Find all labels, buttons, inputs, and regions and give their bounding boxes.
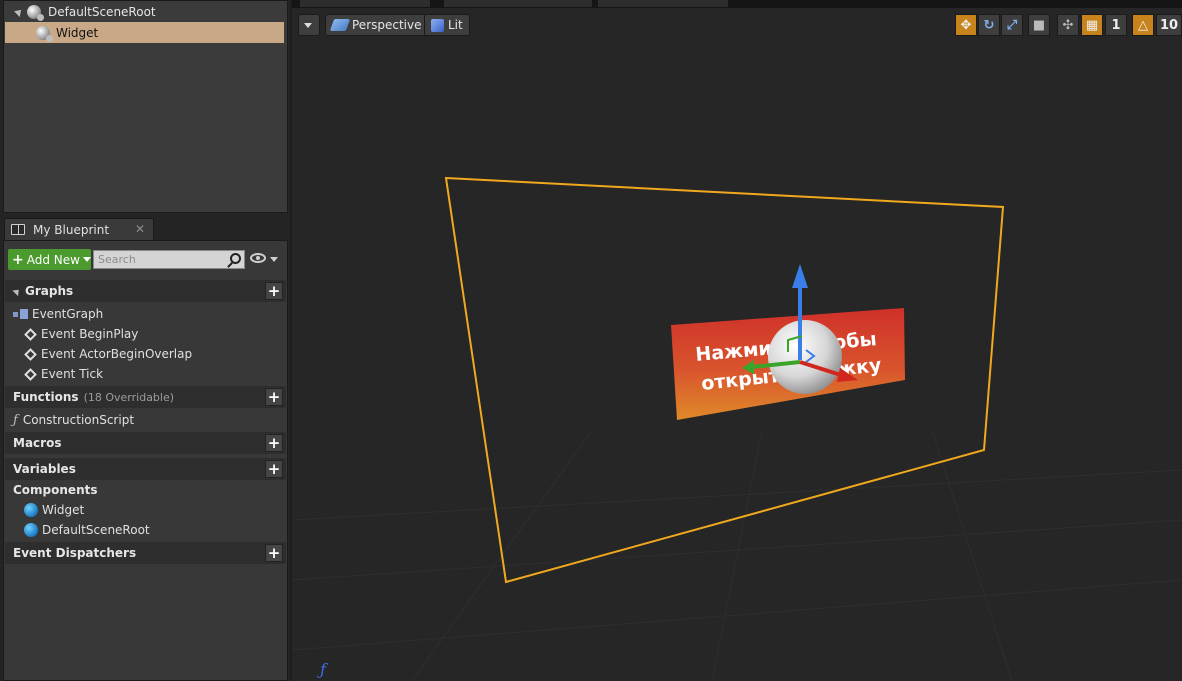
grid-icon: ▦ [1085,17,1099,33]
list-item-event-actorbeginoverlap[interactable]: Event ActorBeginOverlap [24,344,193,364]
item-label: Widget [42,503,85,517]
list-item-constructionscript[interactable]: ƒ ConstructionScript [13,410,134,430]
search-placeholder: Search [98,253,136,266]
viewport-options-button[interactable] [298,14,320,36]
section-label: Graphs [25,284,74,298]
perspective-icon [329,19,351,31]
tab-event-graph[interactable] [598,0,728,7]
surface-snap-button[interactable]: ✣ [1057,14,1079,36]
add-event-dispatcher-button[interactable]: + [265,544,283,562]
viewport[interactable]: Нажмите, чтобы открыть книжку ƒ Perspect… [292,0,1182,681]
scale-mode-button[interactable]: ⤢ [1001,14,1023,36]
rotate-icon: ↻ [983,17,995,33]
tab-viewport[interactable] [300,0,430,7]
list-item-defaultsceneroot[interactable]: DefaultSceneRoot [24,520,150,540]
world-local-button[interactable]: ■ [1028,14,1050,36]
snap-icon: ✣ [1062,17,1074,33]
axis-indicator-icon: ƒ [317,660,329,679]
chevron-down-icon[interactable] [270,257,278,262]
section-label: Variables [13,462,76,476]
book-icon [11,224,25,235]
my-blueprint-panel: + Add New Search Graphs + EventGraph Eve… [3,240,288,681]
scene-root-icon [27,4,44,21]
list-item-widget[interactable]: Widget [24,500,84,520]
viewport-scene: Нажмите, чтобы открыть книжку ƒ [292,176,1182,681]
scale-icon: ⤢ [1006,17,1018,33]
section-event-dispatchers[interactable]: Event Dispatchers + [5,542,286,564]
section-label: Event Dispatchers [13,546,137,560]
move-icon: ✥ [960,17,972,33]
item-label: EventGraph [32,307,104,321]
grid-size-button[interactable]: 1 [1105,14,1127,36]
tab-construction-script[interactable] [444,0,592,7]
grid-snap-button[interactable]: ▦ [1081,14,1103,36]
document-tabs-strip [292,0,1182,8]
z-axis-arrow-head[interactable] [792,264,808,288]
grid-size-value: 1 [1111,17,1121,33]
rotate-mode-button[interactable]: ↻ [978,14,1000,36]
list-item-event-beginplay[interactable]: Event BeginPlay [24,324,139,344]
chevron-down-icon [82,257,91,262]
lit-cube-icon [431,18,444,32]
perspective-label: Perspective [352,18,422,32]
search-input[interactable]: Search [93,250,245,269]
tree-row-label: Widget [56,25,99,40]
search-icon[interactable] [230,253,241,264]
scene-root-sphere[interactable] [768,320,842,394]
event-icon [24,367,37,381]
collapse-triangle-icon[interactable] [12,286,22,296]
section-variables[interactable]: Variables + [5,458,286,480]
lit-button[interactable]: Lit [424,14,470,36]
overridable-count: (18 Overridable) [83,390,175,404]
function-icon: ƒ [13,412,18,428]
event-icon [24,347,37,361]
rotation-snap-value[interactable]: 10 [1156,14,1182,36]
chevron-down-icon [304,22,312,28]
lit-label: Lit [448,18,463,32]
tab-label: My Blueprint [33,222,110,237]
add-variable-button[interactable]: + [265,460,283,478]
section-macros[interactable]: Macros + [5,432,286,454]
section-functions[interactable]: Functions (18 Overridable) + [5,386,286,408]
tree-row-label: DefaultSceneRoot [48,4,156,19]
translate-mode-button[interactable]: ✥ [955,14,977,36]
tree-row-default-scene-root[interactable]: DefaultSceneRoot [5,1,284,22]
components-tree-panel: DefaultSceneRoot Widget [3,0,288,213]
plus-icon: + [12,251,24,268]
graph-icon [13,309,28,319]
rotation-snap-button[interactable]: △ [1132,14,1154,36]
item-label: Event Tick [41,367,104,381]
item-label: ConstructionScript [22,413,135,427]
item-label: Event ActorBeginOverlap [41,347,193,361]
floor-grid [292,429,1182,681]
scene-component-icon [24,523,38,537]
item-label: DefaultSceneRoot [42,523,150,537]
perspective-button[interactable]: Perspective [325,14,429,36]
event-icon [24,327,37,341]
add-new-button[interactable]: + Add New [8,249,91,270]
angle-icon: △ [1138,17,1148,33]
snap-value: 10 [1160,17,1179,33]
add-new-label: Add New [26,252,80,267]
section-label: Macros [13,436,62,450]
expand-triangle-icon[interactable] [14,6,24,17]
cube-icon: ■ [1032,17,1046,33]
section-components[interactable]: Components [5,481,286,499]
eye-icon[interactable] [250,253,266,263]
tree-row-widget[interactable]: Widget [5,22,284,43]
section-graphs[interactable]: Graphs + [5,280,286,302]
close-icon[interactable]: ✕ [135,222,145,236]
item-label: Event BeginPlay [41,327,139,341]
list-item-event-tick[interactable]: Event Tick [24,364,104,384]
widget-component-icon [36,25,53,42]
add-macro-button[interactable]: + [265,434,283,452]
list-item-eventgraph[interactable]: EventGraph [13,304,103,324]
left-panel: DefaultSceneRoot Widget My Blueprint ✕ +… [0,0,290,681]
add-graph-button[interactable]: + [265,282,283,300]
widget-component-icon [24,503,38,517]
tab-my-blueprint[interactable]: My Blueprint ✕ [4,218,154,240]
section-label: Components [13,483,98,497]
section-label: Functions [13,390,79,404]
add-function-button[interactable]: + [265,388,283,406]
